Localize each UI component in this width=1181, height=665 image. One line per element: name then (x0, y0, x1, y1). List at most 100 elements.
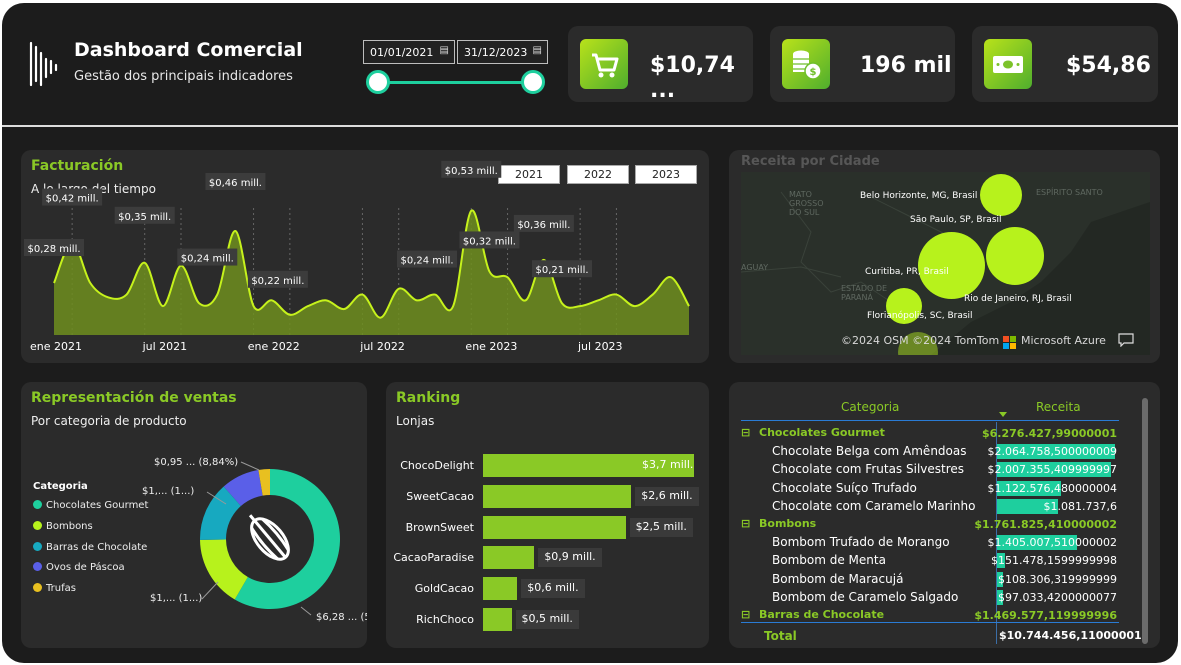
column-header-categoria[interactable]: Categoria (841, 400, 899, 414)
table-row[interactable]: Bombom de Caramelo Salgado $97.033,420000… (741, 589, 1119, 607)
calendar-icon[interactable]: ▤ (533, 45, 542, 56)
table-cell-categoria: Bombom Trufado de Morango (772, 535, 950, 549)
coins-icon: $ (782, 39, 830, 89)
page-subtitle: Gestão dos principais indicadores (74, 69, 293, 84)
row-value: $1.405.007,510000002 (987, 536, 1117, 550)
kpi-quantity-value: 196 mil (860, 53, 952, 78)
row-label: Chocolate com Frutas Silvestres (772, 462, 965, 477)
ranking-value-label: $0,9 mill. (538, 548, 602, 568)
table-cell-receita: $6.276.427,99000001 (982, 425, 1119, 442)
table-cell-receita: $2.064.758,500000009 (988, 443, 1119, 460)
kpi-card-average-ticket: $54,86 (972, 26, 1158, 102)
comment-icon[interactable] (1118, 333, 1134, 347)
table-cell-categoria: Chocolate com Caramelo Marinho (772, 499, 975, 513)
row-label: Chocolates Gourmet (759, 426, 885, 439)
table-row[interactable]: Bombom de Maracujá $108.306,319999999 (741, 571, 1119, 589)
row-value: $1.761.825,410000002 (974, 518, 1117, 531)
x-axis-tick-label: jul 2021 (142, 340, 188, 353)
brazil-map[interactable]: MATO GROSSO DO SUL ESPÍRITO SANTO ESTADO D… (741, 172, 1150, 355)
data-label: $0,24 mill. (397, 250, 457, 268)
ranking-value-label: $0,6 mill. (521, 579, 585, 599)
table-row[interactable]: Chocolate com Caramelo Marinho $1.081.737… (741, 498, 1119, 516)
table-cell-categoria: Bombom de Caramelo Salgado (772, 590, 958, 604)
date-end-field[interactable]: 31/12/2023 ▤ (457, 40, 548, 64)
date-start-field[interactable]: 01/01/2021 ▤ (363, 40, 455, 64)
table-cell-categoria: Chocolate Belga com Amêndoas (772, 444, 966, 458)
ranking-bar[interactable] (483, 515, 626, 539)
date-range-end-handle[interactable] (521, 70, 545, 94)
table-group-row[interactable]: ⊟ Chocolates Gourmet $6.276.427,99000001 (741, 425, 1119, 443)
city-bubble-sao-paulo[interactable] (918, 232, 985, 299)
data-label: $0,28 mill. (24, 239, 84, 256)
ranking-bar[interactable] (483, 546, 535, 570)
collapse-icon[interactable]: ⊟ (741, 517, 751, 530)
x-axis-tick-label: jul 2022 (359, 340, 405, 353)
city-label: Curitiba, PR, Brasil (865, 267, 949, 277)
data-label: $0,53 mill. (441, 160, 502, 178)
table-row[interactable]: Chocolate com Frutas Silvestres $2.007.35… (741, 461, 1119, 479)
data-label-text: $0,46 mill. (209, 178, 262, 189)
row-label: Bombom de Caramelo Salgado (772, 589, 959, 604)
page-title: Dashboard Comercial (74, 39, 303, 61)
data-label-text: $0,42 mill. (46, 194, 99, 205)
city-bubble-belo-horizonte[interactable] (980, 174, 1022, 216)
table-row[interactable]: Bombom de Menta $151.478,1599999998 (741, 552, 1119, 570)
cocoa-pod-icon (248, 514, 290, 561)
map-geo-label: ESTADO DE PARANÁ (841, 284, 888, 302)
banknote-icon (984, 39, 1032, 89)
sort-desc-icon[interactable] (999, 412, 1007, 417)
ranking-category-label: SweetCacao (406, 489, 474, 503)
data-label-text: $0,35 mill. (118, 212, 171, 223)
data-label-text: $0,32 mill. (463, 236, 516, 247)
table-row[interactable]: Bombom Trufado de Morango $1.405.007,5100… (741, 534, 1119, 552)
x-axis-tick-label: ene 2023 (465, 340, 517, 353)
column-header-receita[interactable]: Receita (1036, 400, 1081, 414)
data-label-text: $0,21 mill. (535, 265, 588, 276)
city-label: Rio de Janeiro, RJ, Brasil (964, 294, 1072, 304)
map-copyright: ©2024 OSM ©2024 TomTom (841, 334, 1000, 347)
ranking-bar[interactable] (483, 577, 518, 601)
ranking-bar[interactable] (483, 608, 512, 631)
table-row[interactable]: Chocolate Suíço Trufado $1.122.576,480000… (741, 480, 1119, 498)
facturacion-area-chart: $0,28 mill. $0,42 mill. $0,35 mill. $0,24 m… (24, 160, 690, 353)
calendar-icon[interactable]: ▤ (440, 45, 449, 56)
table-cell-receita: $1.761.825,410000002 (974, 516, 1119, 533)
table-cell-categoria: Chocolate Suíço Trufado (772, 481, 917, 495)
table-cell-categoria: ⊟ Chocolates Gourmet (741, 426, 885, 439)
donut-callout-label: $0,95 ... (8,84%) (154, 457, 238, 468)
row-label: Bombom de Maracujá (772, 571, 904, 586)
row-label: Chocolate Belga com Amêndoas (772, 444, 967, 459)
ranking-panel: Ranking Lonjas ChocoDelight $3,7 mill. Swe… (386, 382, 709, 648)
table-scrollbar[interactable] (1142, 398, 1148, 644)
ranking-category-label: RichChoco (416, 613, 474, 626)
table-group-row[interactable]: ⊟ Bombons $1.761.825,410000002 (741, 516, 1119, 534)
ranking-value-label: $3,7 mill. (642, 458, 694, 471)
table-cell-receita: $2.007.355,409999997 (988, 461, 1119, 478)
collapse-icon[interactable]: ⊟ (741, 426, 751, 439)
row-value: $1.122.576,480000004 (987, 481, 1117, 495)
date-range-start-handle[interactable] (366, 70, 390, 94)
table-cell-categoria: Chocolate com Frutas Silvestres (772, 462, 964, 476)
x-axis-tick-label: jul 2023 (577, 340, 623, 353)
row-value: $6.276.427,99000001 (982, 427, 1117, 440)
city-label: Florianópolis, SC, Brasil (867, 311, 973, 321)
kpi-average-ticket-value: $54,86 (1066, 53, 1151, 78)
row-value: $151.478,1599999998 (991, 554, 1117, 568)
date-range-slider-track[interactable] (377, 81, 533, 84)
collapse-icon[interactable]: ⊟ (741, 608, 751, 621)
ranking-bar[interactable] (483, 484, 632, 508)
data-label-text: $0,28 mill. (27, 244, 80, 255)
table-row[interactable]: Chocolate Belga com Amêndoas $2.064.758,5… (741, 443, 1119, 461)
map-title: Receita por Cidade (741, 154, 880, 169)
ranking-subtitle: Lonjas (396, 414, 435, 428)
table-total-value: $10.744.456,11000001 (999, 629, 1142, 642)
date-start-value: 01/01/2021 (370, 46, 434, 59)
ranking-category-label: CacaoParadise (393, 551, 474, 565)
representacion-panel: Representación de ventas Por categoria d… (21, 382, 367, 648)
city-bubble-rio-de-janeiro[interactable] (986, 227, 1044, 285)
data-label-text: $0,24 mill. (181, 254, 234, 265)
kpi-revenue-value: $10,74 ... (650, 53, 735, 103)
ranking-value-label: $0,5 mill. (515, 610, 579, 629)
data-label-text: $0,36 mill. (517, 220, 570, 231)
row-value: $1.081.737,6 (1043, 499, 1117, 513)
